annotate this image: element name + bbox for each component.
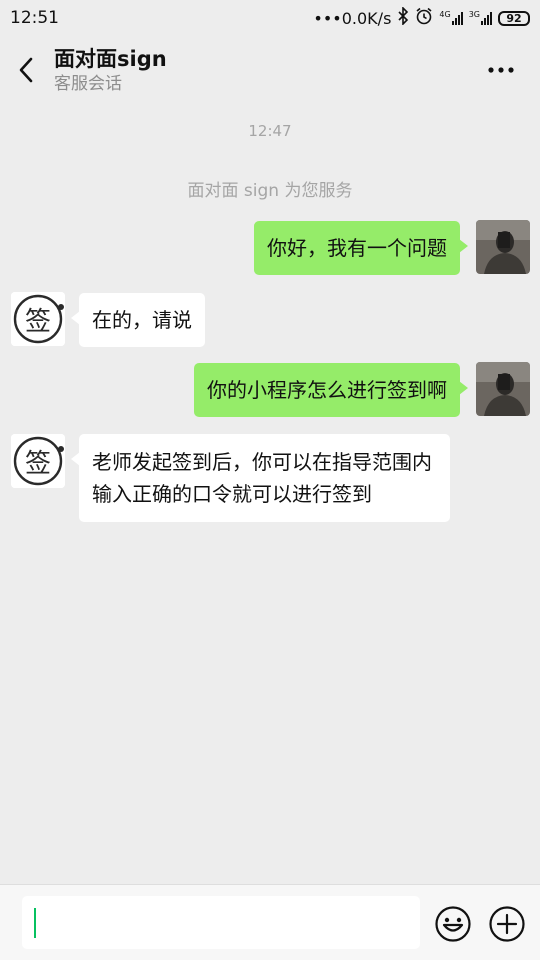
user-avatar[interactable] bbox=[476, 362, 530, 416]
network-speed: •••0.0K/s bbox=[313, 8, 392, 28]
input-bar bbox=[0, 884, 540, 960]
chevron-left-icon bbox=[19, 57, 33, 83]
status-icons: •••0.0K/s 4G 3G 92 bbox=[313, 6, 530, 29]
emoji-button[interactable] bbox=[434, 905, 472, 943]
user-avatar[interactable] bbox=[476, 220, 530, 274]
page-subtitle: 客服会话 bbox=[54, 73, 122, 94]
more-button[interactable] bbox=[486, 56, 516, 84]
message-bubble-received[interactable]: 老师发起签到后，你可以在指导范围内输入正确的口令就可以进行签到 bbox=[71, 434, 450, 522]
bot-avatar-glyph: 签 bbox=[24, 306, 51, 337]
battery-icon: 92 bbox=[498, 10, 530, 26]
message-bubble-sent[interactable]: 你好，我有一个问题 bbox=[254, 221, 468, 275]
signal-icon bbox=[451, 11, 463, 25]
message-bubble-received[interactable]: 在的，请说 bbox=[71, 293, 205, 347]
chat-timestamp: 12:47 bbox=[248, 122, 292, 140]
message-bubble-sent[interactable]: 你的小程序怎么进行签到啊 bbox=[194, 363, 468, 417]
bot-avatar[interactable]: 签 bbox=[11, 292, 65, 346]
chat-header: 面对面sign 客服会话 bbox=[0, 36, 540, 104]
smiley-icon bbox=[435, 906, 471, 942]
alarm-icon bbox=[415, 7, 433, 29]
service-note: 面对面 sign 为您服务 bbox=[187, 181, 353, 201]
status-bar: 12:51 •••0.0K/s 4G 3G 92 bbox=[0, 0, 540, 36]
more-dots-icon bbox=[488, 67, 514, 73]
page-title: 面对面sign bbox=[54, 46, 167, 71]
sim1-network-type: 4G bbox=[439, 10, 451, 19]
more-actions-button[interactable] bbox=[488, 905, 526, 943]
message-input[interactable] bbox=[22, 896, 420, 949]
sim2-network-type: 3G bbox=[468, 10, 480, 19]
header-titles: 面对面sign 客服会话 bbox=[54, 46, 167, 95]
bluetooth-icon bbox=[397, 6, 409, 29]
bot-avatar-glyph: 签 bbox=[24, 448, 51, 479]
plus-circle-icon bbox=[489, 906, 525, 942]
status-time: 12:51 bbox=[10, 8, 59, 28]
signal-icon bbox=[481, 11, 492, 25]
battery-level: 92 bbox=[506, 11, 522, 25]
text-caret bbox=[34, 908, 36, 938]
bot-avatar[interactable]: 签 bbox=[11, 434, 65, 488]
back-button[interactable] bbox=[0, 36, 54, 104]
